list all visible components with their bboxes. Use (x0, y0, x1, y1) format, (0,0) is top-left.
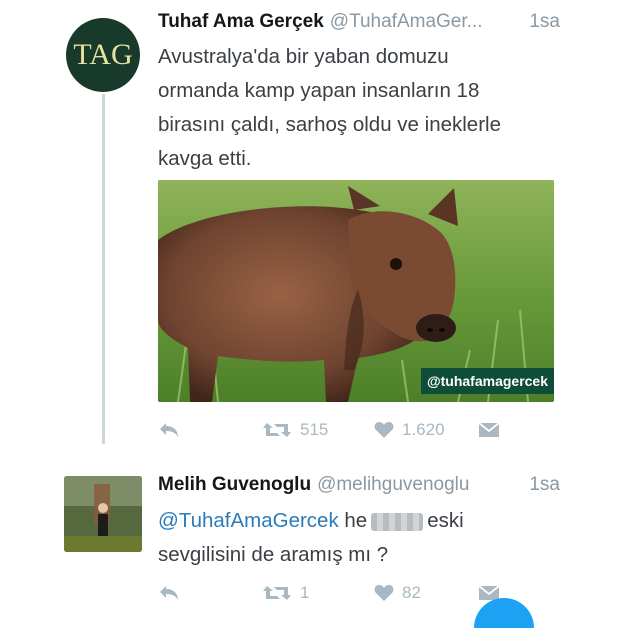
reply-button[interactable] (158, 417, 180, 443)
retweet-count: 515 (300, 420, 329, 439)
tweet-1[interactable]: TAG Tuhaf Ama Gerçek @TuhafAmaGer... 1sa … (0, 0, 620, 460)
display-name[interactable]: Tuhaf Ama Gerçek (158, 11, 324, 32)
avatar-tuhafamagercek[interactable]: TAG (66, 18, 140, 92)
redaction-blur (371, 512, 424, 531)
tweet-text-line: sevgilisini de aramış mı ? (158, 543, 389, 566)
retweet-icon (263, 423, 291, 437)
mention-link[interactable]: @TuhafAmaGercek (158, 509, 339, 532)
handle[interactable]: @melihguvenoglu (317, 474, 469, 495)
thread-line (102, 94, 105, 444)
tweet-word: he (344, 509, 368, 532)
timestamp[interactable]: 1sa (529, 11, 560, 33)
retweet-button[interactable]: 1 (262, 580, 309, 606)
tweet-text-line: birasını çaldı, sarhoş oldu ve ineklerle (158, 113, 501, 136)
like-count: 82 (402, 583, 421, 602)
reply-icon (160, 586, 178, 600)
avatar-text: TAG (73, 38, 133, 71)
tweet-text: @TuhafAmaGercek he eski sevgilisini de ar… (158, 504, 548, 572)
reply-button[interactable] (158, 580, 180, 606)
tweet-word: eski (427, 509, 464, 532)
retweet-button[interactable]: 515 (262, 417, 328, 443)
tweet-text-line: ormanda kamp yapan insanların 18 (158, 79, 480, 102)
display-name[interactable]: Melih Guvenoglu (158, 474, 311, 495)
like-count: 1.620 (402, 420, 445, 439)
reply-icon (160, 423, 178, 437)
like-button[interactable]: 1.620 (374, 417, 445, 443)
tweet-photo[interactable]: @tuhafamagercek (158, 180, 554, 402)
avatar-melihguvenoglu[interactable] (64, 476, 142, 552)
retweet-icon (263, 586, 291, 600)
tweet-text: Avustralya'da bir yaban domuzu ormanda k… (158, 40, 548, 176)
tweet-text-line: Avustralya'da bir yaban domuzu (158, 45, 449, 68)
retweet-count: 1 (300, 583, 310, 602)
tweet-text-line: @TuhafAmaGercek he eski (158, 504, 548, 538)
heart-icon (374, 585, 394, 601)
dm-icon (478, 422, 500, 437)
heart-icon (374, 422, 394, 438)
tweet-actions: 515 1.620 (158, 417, 558, 443)
handle[interactable]: @TuhafAmaGer... (330, 11, 483, 32)
tweet-text-line: kavga etti. (158, 147, 252, 170)
avatar-photo-illustration (64, 476, 142, 552)
tweet-header: Tuhaf Ama Gerçek @TuhafAmaGer... 1sa (158, 11, 620, 39)
tweet-header: Melih Guvenoglu @melihguvenoglu 1sa (158, 474, 620, 502)
tweet-2[interactable]: Melih Guvenoglu @melihguvenoglu 1sa @Tuha… (0, 462, 620, 620)
like-button[interactable]: 82 (374, 580, 421, 606)
dm-button[interactable] (478, 417, 500, 443)
timestamp[interactable]: 1sa (529, 474, 560, 496)
photo-watermark: @tuhafamagercek (420, 368, 554, 394)
